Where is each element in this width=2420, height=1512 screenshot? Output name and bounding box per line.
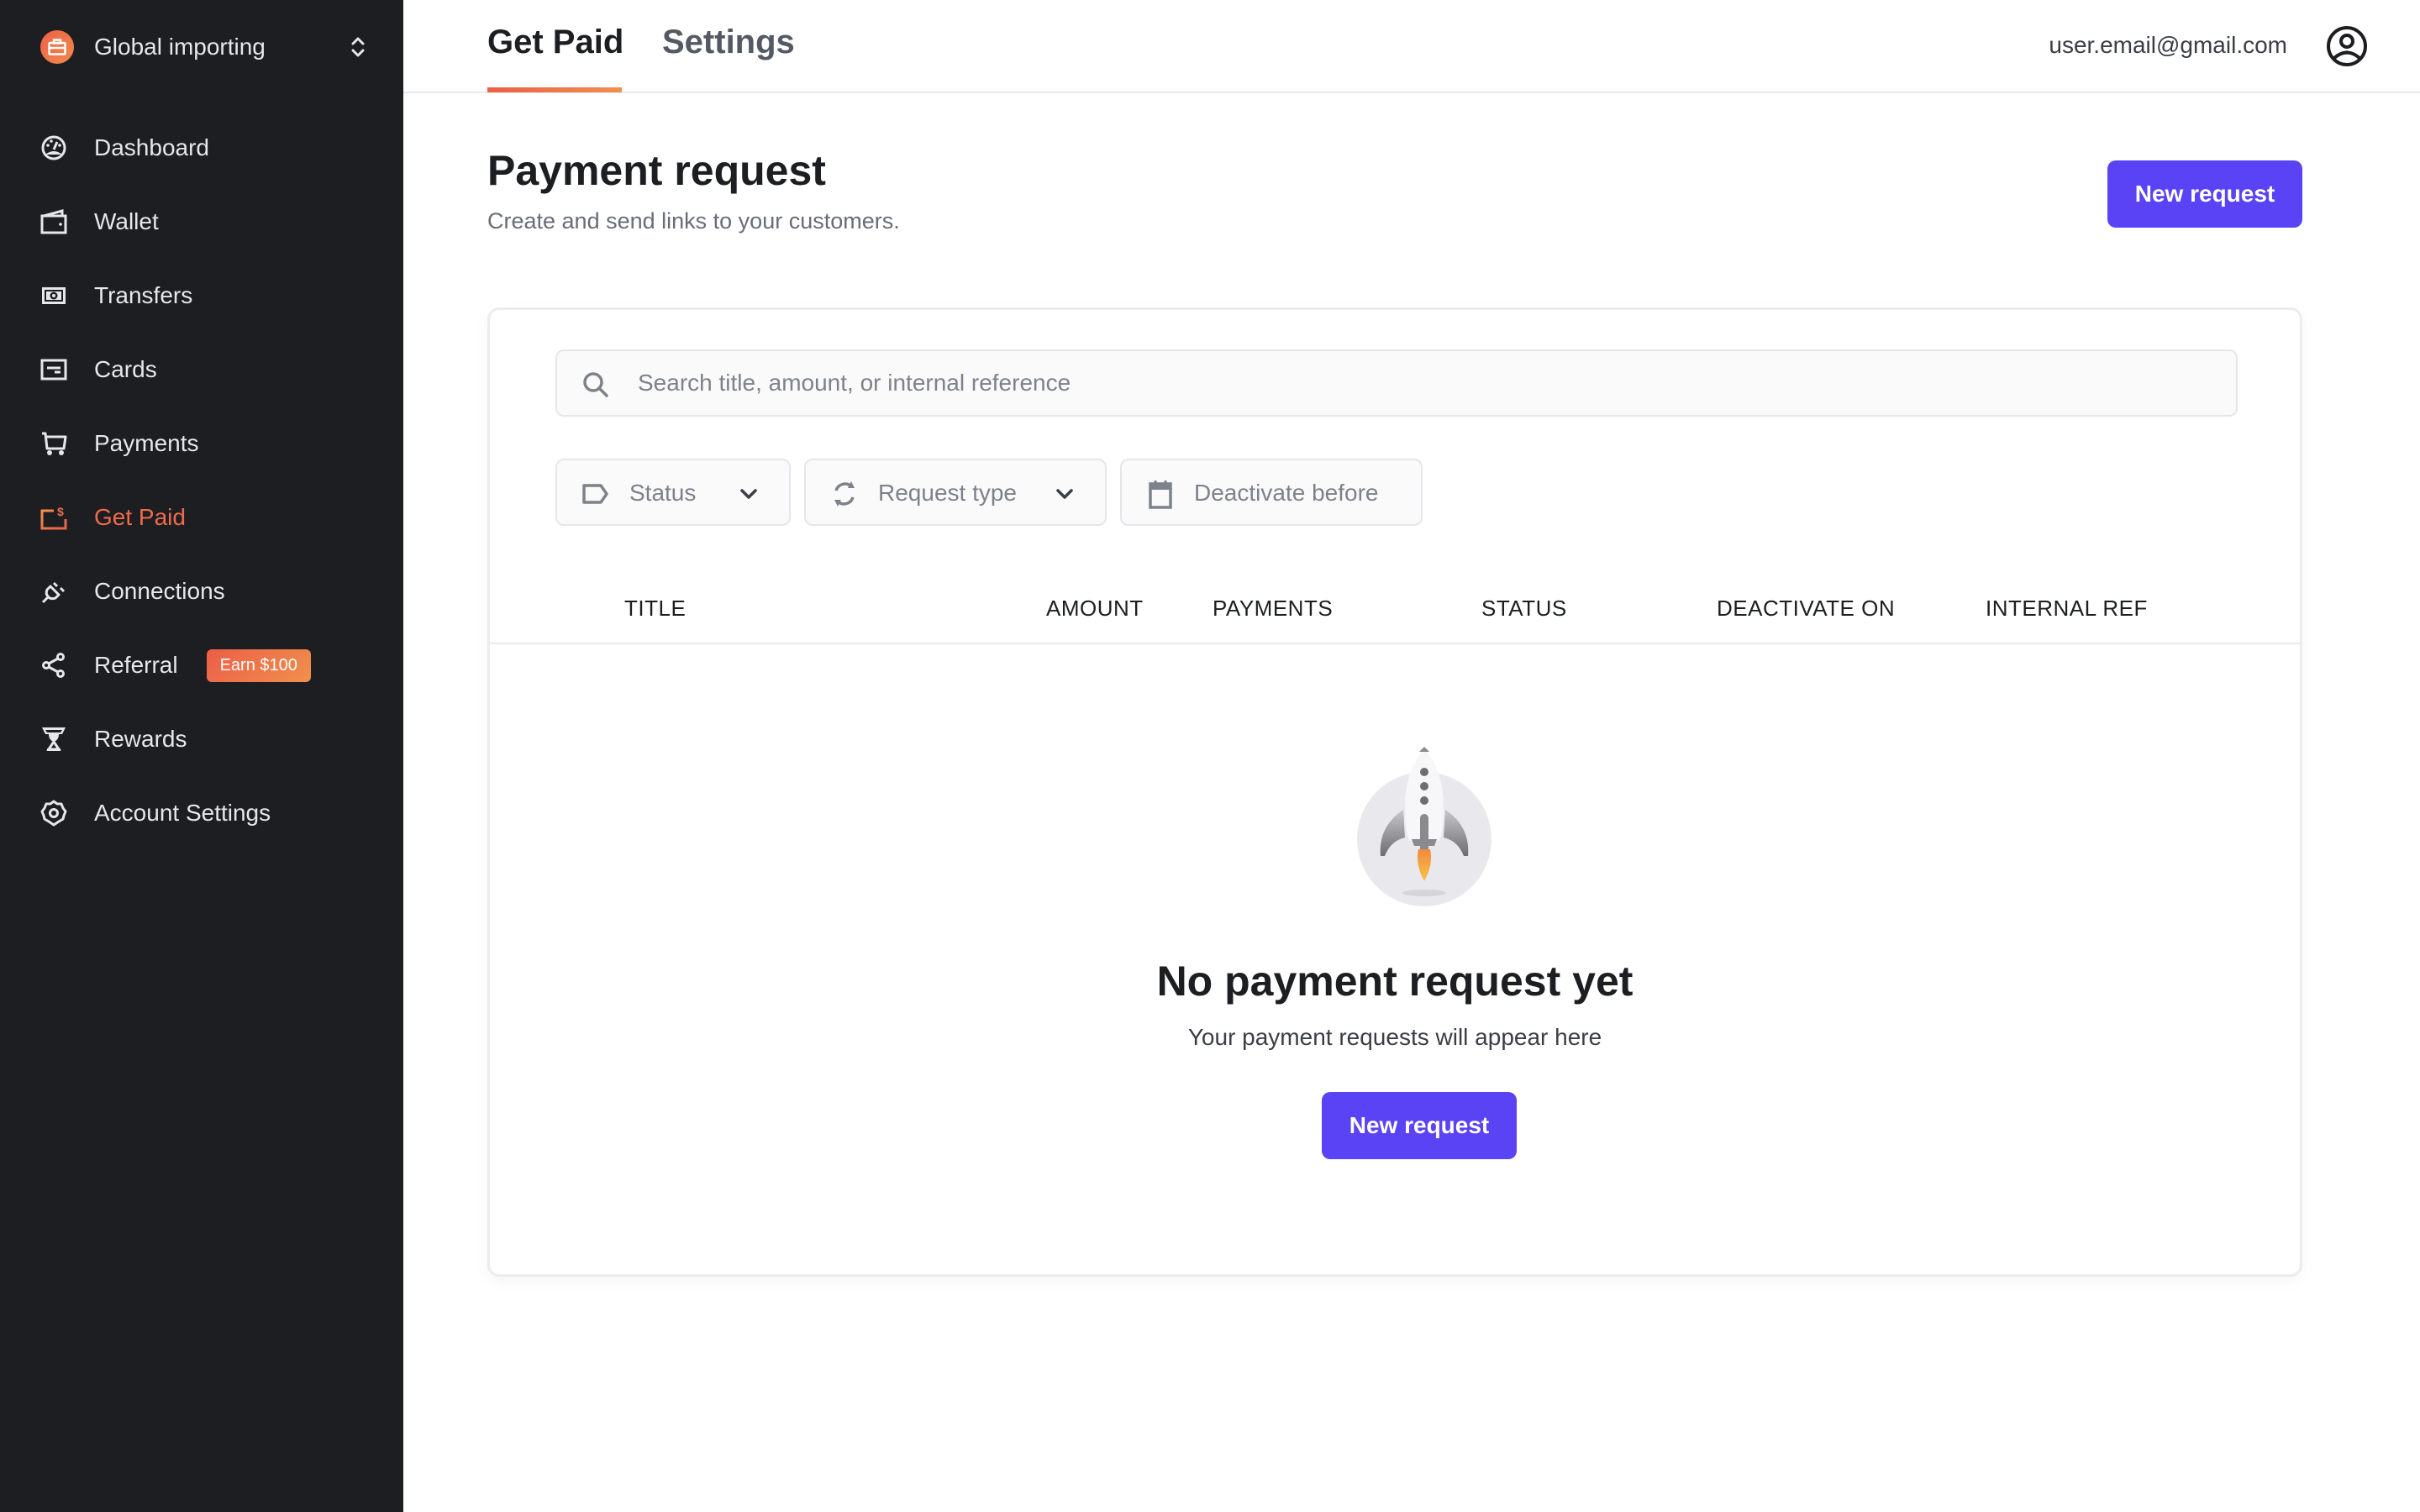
tab-get-paid[interactable]: Get Paid — [487, 24, 623, 61]
column-header-internal-ref[interactable]: INTERNAL REF — [1986, 596, 2148, 622]
search-box[interactable] — [555, 349, 2238, 417]
sidebar-item-label: Wallet — [94, 208, 159, 234]
user-avatar-icon[interactable] — [2326, 25, 2368, 67]
search-icon — [583, 372, 608, 397]
get-paid-icon: $ — [40, 504, 67, 531]
sidebar-item-label: Referral — [94, 652, 178, 678]
share-icon — [40, 652, 67, 679]
banknote-icon — [40, 282, 67, 309]
search-input[interactable] — [638, 351, 2217, 415]
sidebar: Global importing Dashboard Wallet Transf… — [0, 0, 403, 1512]
request-type-filter[interactable]: Request type — [804, 459, 1107, 526]
sidebar-item-dashboard[interactable]: Dashboard — [40, 126, 368, 170]
sidebar-item-referral[interactable]: Referral Earn $100 — [40, 643, 368, 687]
trophy-icon — [40, 726, 67, 753]
workspace-name: Global importing — [94, 34, 266, 60]
request-type-filter-label: Request type — [878, 480, 1017, 506]
svg-text:$: $ — [57, 505, 64, 518]
plug-icon — [40, 578, 67, 605]
tag-icon — [582, 484, 608, 504]
page-subtitle: Create and send links to your customers. — [487, 208, 900, 234]
column-header-status[interactable]: STATUS — [1481, 596, 1567, 622]
gauge-icon — [40, 134, 67, 161]
sidebar-item-label: Get Paid — [94, 504, 186, 530]
wallet-icon — [40, 208, 67, 235]
user-email: user.email@gmail.com — [2049, 32, 2287, 58]
table-header: TITLE AMOUNT PAYMENTS STATUS DEACTIVATE … — [490, 562, 2300, 644]
status-filter-label: Status — [629, 480, 697, 506]
calendar-icon — [1149, 480, 1172, 509]
column-header-title[interactable]: TITLE — [624, 596, 686, 622]
active-tab-indicator — [487, 87, 622, 92]
deactivate-filter-label: Deactivate before — [1194, 480, 1379, 506]
column-header-amount[interactable]: AMOUNT — [1046, 596, 1144, 622]
sidebar-item-label: Account Settings — [94, 800, 271, 826]
empty-state-new-request-button[interactable]: New request — [1322, 1092, 1517, 1159]
sidebar-item-label: Rewards — [94, 726, 187, 752]
sidebar-item-transfers[interactable]: Transfers — [40, 274, 368, 318]
gear-icon — [40, 800, 67, 827]
sidebar-item-account-settings[interactable]: Account Settings — [40, 791, 368, 835]
sidebar-item-rewards[interactable]: Rewards — [40, 717, 368, 761]
cart-icon — [40, 430, 67, 457]
page-title: Payment request — [487, 147, 826, 194]
empty-state-subtitle: Your payment requests will appear here — [1187, 1024, 1602, 1050]
refresh-icon — [834, 481, 855, 507]
sidebar-item-label: Cards — [94, 356, 157, 382]
status-filter[interactable]: Status — [555, 459, 791, 526]
sidebar-item-connections[interactable]: Connections — [40, 570, 368, 613]
sidebar-item-label: Dashboard — [94, 134, 209, 160]
sidebar-item-label: Payments — [94, 430, 199, 456]
card-icon — [40, 356, 67, 383]
sidebar-item-label: Connections — [94, 578, 225, 604]
deactivate-before-filter[interactable]: Deactivate before — [1120, 459, 1423, 526]
sidebar-item-cards[interactable]: Cards — [40, 348, 368, 391]
tab-settings[interactable]: Settings — [662, 24, 795, 61]
workspace-switcher[interactable]: Global importing — [40, 30, 368, 64]
sidebar-item-payments[interactable]: Payments — [40, 422, 368, 465]
chevron-up-down-icon — [351, 37, 365, 57]
empty-state-title: No payment request yet — [1156, 958, 1634, 1005]
top-bar: Get Paid Settings user.email@gmail.com — [403, 0, 2420, 93]
briefcase-icon — [40, 30, 74, 64]
rocket-icon — [1357, 747, 1491, 906]
referral-badge: Earn $100 — [206, 648, 311, 682]
chevron-down-icon — [740, 489, 757, 499]
chevron-down-icon — [1056, 489, 1073, 499]
sidebar-item-get-paid[interactable]: $ Get Paid — [40, 496, 368, 539]
new-request-button[interactable]: New request — [2107, 160, 2302, 228]
sidebar-item-label: Transfers — [94, 282, 193, 308]
column-header-payments[interactable]: PAYMENTS — [1213, 596, 1333, 622]
sidebar-item-wallet[interactable]: Wallet — [40, 200, 368, 244]
column-header-deactivate-on[interactable]: DEACTIVATE ON — [1717, 596, 1895, 622]
